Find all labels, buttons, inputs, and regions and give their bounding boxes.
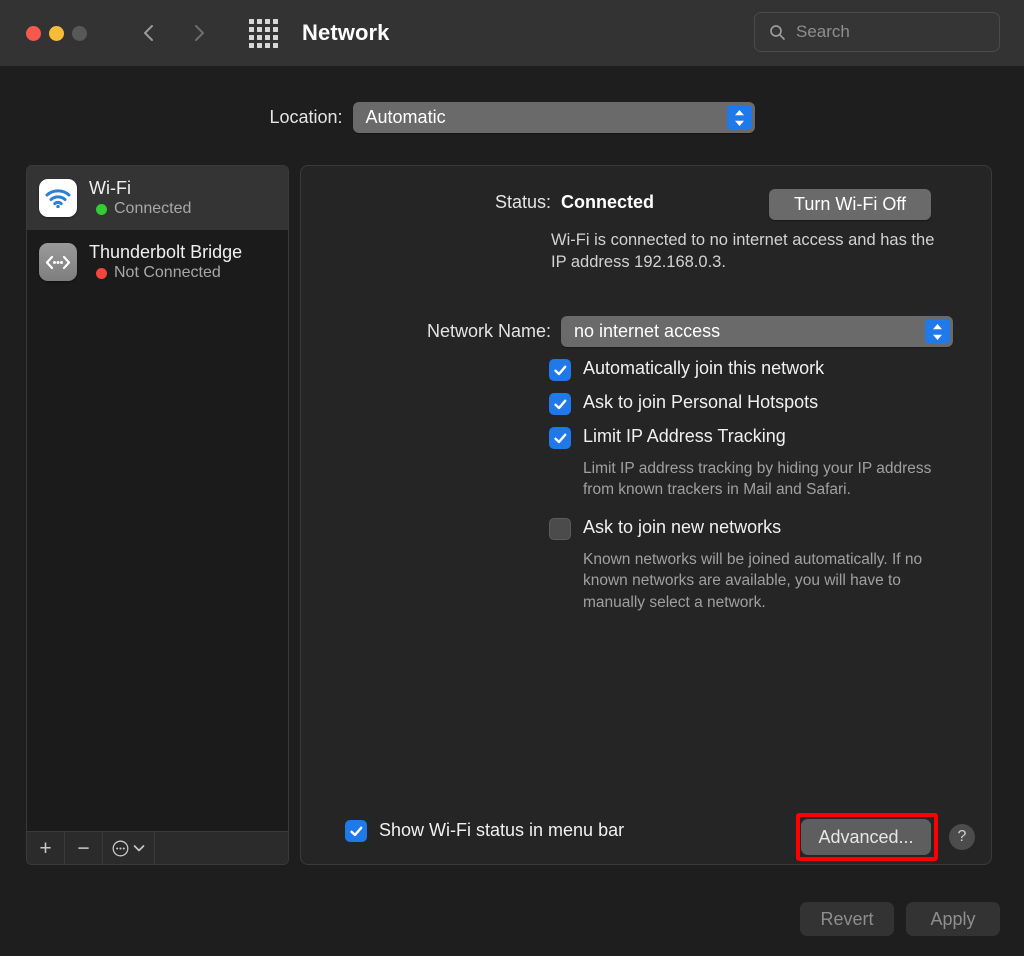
network-name-label: Network Name: (426, 321, 551, 341)
checkmark-icon (553, 399, 566, 409)
checkbox-row-ask-new-networks[interactable]: Ask to join new networks (549, 517, 969, 540)
checkbox-label-ask-new-networks: Ask to join new networks (583, 516, 782, 537)
navigation-buttons (139, 23, 209, 43)
sidebar-toolbar-filler (155, 832, 288, 864)
chevron-updown-icon[interactable] (726, 105, 752, 130)
search-field[interactable] (754, 12, 1000, 52)
network-name-value: no internet access (574, 321, 721, 341)
checkbox-show-wifi-status[interactable] (345, 820, 367, 842)
sidebar-item-thunderbolt-text: Thunderbolt Bridge Not Connected (89, 242, 242, 283)
checkmark-icon (553, 433, 566, 443)
status-label: Status: (494, 192, 551, 212)
turn-wifi-off-button[interactable]: Turn Wi-Fi Off (769, 189, 931, 220)
location-label: Location: (269, 107, 343, 127)
wifi-options-list: Automatically join this network Ask to j… (549, 358, 969, 629)
services-sidebar: Wi-Fi Connected Thunderbolt Bridge Not C… (26, 165, 289, 865)
chevron-left-icon[interactable] (139, 23, 159, 43)
status-description: Wi-Fi is connected to no internet access… (551, 231, 935, 272)
sidebar-item-wifi-status-label: Connected (114, 200, 192, 218)
search-icon (770, 24, 785, 40)
sidebar-item-wifi-status: Connected (89, 200, 191, 218)
checkbox-auto-join[interactable] (549, 359, 571, 381)
checkbox-row-show-status[interactable]: Show Wi-Fi status in menu bar (345, 819, 624, 842)
chevron-right-icon[interactable] (189, 23, 209, 43)
chevron-down-icon (133, 844, 145, 851)
page-title: Network (302, 20, 390, 45)
status-dot-not-connected (96, 267, 107, 279)
checkmark-icon (349, 826, 362, 836)
network-name-select[interactable]: no internet access (561, 316, 953, 347)
checkbox-ask-new-networks[interactable] (549, 517, 571, 540)
checkbox-label-show-wifi-status: Show Wi-Fi status in menu bar (379, 819, 625, 840)
checkbox-row-limit-ip-tracking[interactable]: Limit IP Address Tracking (549, 426, 969, 449)
sidebar-item-thunderbolt-bridge[interactable]: Thunderbolt Bridge Not Connected (27, 230, 288, 294)
minus-icon: − (77, 836, 90, 860)
sidebar-item-thunderbolt-status: Not Connected (89, 264, 242, 282)
checkbox-limit-ip-tracking[interactable] (549, 427, 571, 449)
traffic-lights (26, 25, 87, 41)
wifi-settings-panel: Status: Connected Turn Wi-Fi Off Wi-Fi i… (300, 165, 992, 865)
thunderbolt-bridge-icon (39, 243, 77, 281)
location-value: Automatic (365, 107, 446, 127)
footer-actions: Revert Apply (800, 902, 1000, 936)
search-input[interactable] (796, 22, 976, 42)
minimize-button[interactable] (49, 25, 64, 41)
checkbox-personal-hotspots[interactable] (549, 393, 571, 415)
location-select[interactable]: Automatic (352, 102, 755, 133)
location-row: Location: Automatic (0, 102, 1024, 133)
network-name-row: Network Name: no internet access (301, 316, 993, 347)
help-button[interactable]: ? (949, 824, 975, 850)
checkbox-label-limit-ip-tracking: Limit IP Address Tracking (583, 426, 786, 446)
checkbox-row-personal-hotspots[interactable]: Ask to join Personal Hotspots (549, 392, 969, 415)
title-bar: Network (0, 0, 1024, 66)
advanced-button[interactable]: Advanced... (801, 819, 931, 855)
checkbox-row-auto-join[interactable]: Automatically join this network (549, 358, 969, 381)
status-value: Connected (561, 192, 655, 212)
network-preferences-window: Network Location: Automatic (0, 0, 1024, 956)
wifi-icon (39, 179, 77, 217)
chevron-updown-icon[interactable] (925, 319, 950, 344)
close-button[interactable] (26, 25, 41, 41)
ellipsis-circle-icon (112, 840, 129, 856)
checkbox-help-ask-new-networks: Known networks will be joined automatica… (583, 550, 923, 611)
sidebar-toolbar: + − (27, 831, 288, 864)
advanced-button-wrap: Advanced... (801, 819, 931, 855)
services-list: Wi-Fi Connected Thunderbolt Bridge Not C… (27, 166, 288, 831)
apply-button[interactable]: Apply (906, 902, 1000, 936)
service-actions-button[interactable] (103, 832, 155, 864)
plus-icon: + (39, 836, 52, 860)
sidebar-item-wifi-label: Wi-Fi (89, 177, 131, 198)
sidebar-item-thunderbolt-label: Thunderbolt Bridge (89, 241, 243, 262)
remove-service-button[interactable]: − (65, 832, 103, 864)
zoom-button[interactable] (72, 25, 87, 41)
checkbox-label-personal-hotspots: Ask to join Personal Hotspots (583, 392, 819, 412)
revert-button[interactable]: Revert (800, 902, 894, 936)
sidebar-item-thunderbolt-status-label: Not Connected (114, 264, 221, 282)
sidebar-item-wifi-text: Wi-Fi Connected (89, 178, 191, 219)
status-dot-connected (96, 203, 107, 215)
checkbox-help-limit-ip-tracking: Limit IP address tracking by hiding your… (583, 460, 932, 499)
panel-bottom-row: Show Wi-Fi status in menu bar Advanced..… (301, 813, 993, 861)
checkmark-icon (553, 365, 566, 375)
sidebar-item-wifi[interactable]: Wi-Fi Connected (27, 166, 288, 230)
add-service-button[interactable]: + (27, 832, 65, 864)
checkbox-label-auto-join: Automatically join this network (583, 358, 825, 378)
grid-apps-icon[interactable] (249, 18, 278, 48)
